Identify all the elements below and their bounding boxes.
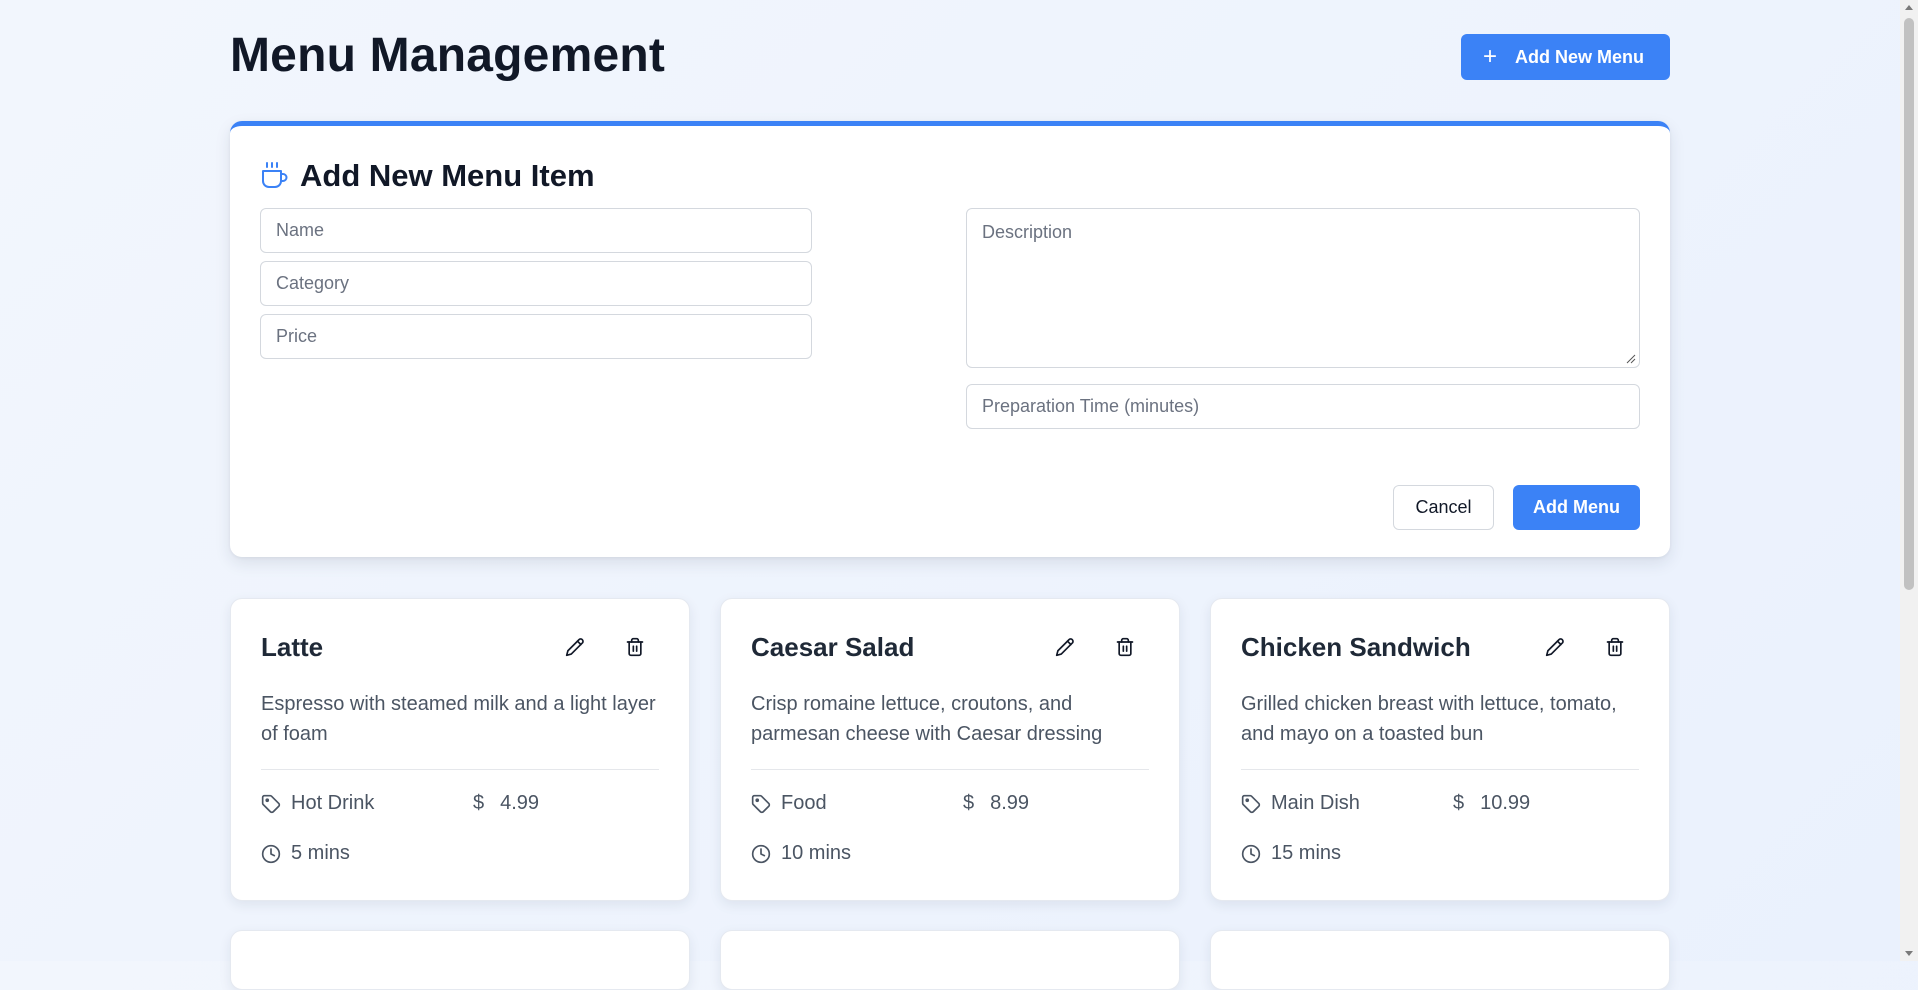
add-new-menu-button[interactable]: + Add New Menu [1461, 34, 1670, 80]
category-meta: Hot Drink [261, 792, 374, 815]
menu-card: Latte Espresso with steamed milk and a l… [230, 598, 690, 901]
category-meta: Main Dish [1241, 792, 1360, 815]
category-meta: Food [751, 792, 827, 815]
tag-icon [261, 794, 281, 813]
prep-time-input[interactable]: Preparation Time (minutes) [966, 384, 1640, 429]
divider [751, 769, 1149, 770]
divider [1241, 769, 1639, 770]
trash-icon [1606, 637, 1624, 657]
add-new-menu-label: Add New Menu [1515, 46, 1645, 67]
pencil-icon [1545, 638, 1564, 657]
trash-icon [626, 637, 644, 657]
form-header: Add New Menu Item [260, 158, 595, 194]
edit-button[interactable] [563, 635, 587, 659]
page: Menu Management + Add New Menu Add New M… [230, 0, 1670, 990]
clock-icon [261, 844, 281, 863]
menu-card-title: Chicken Sandwich [1241, 632, 1471, 662]
tag-icon [1241, 794, 1261, 813]
divider [261, 769, 659, 770]
menu-card-description: Grilled chicken breast with lettuce, tom… [1241, 693, 1617, 745]
prep-time-meta: 15 mins [1241, 842, 1341, 865]
menu-card-title: Latte [261, 632, 324, 662]
description-placeholder: Description [982, 222, 1073, 242]
add-menu-form-card: Add New Menu Item Name Category Price De… [230, 121, 1670, 557]
category-value: Hot Drink [291, 792, 375, 814]
trash-icon [1116, 637, 1134, 657]
scroll-down-arrow-icon[interactable] [1905, 951, 1913, 956]
category-value: Food [781, 792, 827, 814]
menu-card-title: Caesar Salad [751, 632, 915, 662]
dollar-icon: $ [1453, 792, 1465, 814]
coffee-cup-icon [262, 162, 288, 188]
scrollbar-thumb[interactable] [1904, 18, 1914, 590]
scroll-up-arrow-icon[interactable] [1905, 5, 1913, 10]
menu-card-description: Crisp romaine lettuce, croutons, and par… [751, 693, 1103, 745]
menu-card: Chicken Sandwich Grilled chicken breast … [1210, 598, 1670, 901]
prep-time-value: 5 mins [291, 842, 350, 864]
price-meta: $ 8.99 [963, 792, 1029, 815]
category-value: Main Dish [1271, 792, 1360, 814]
edit-button[interactable] [1543, 635, 1567, 659]
clock-icon [1241, 844, 1261, 863]
resize-grip-icon[interactable] [1626, 354, 1636, 364]
menu-card [720, 930, 1180, 990]
price-meta: $ 10.99 [1453, 792, 1530, 815]
delete-button[interactable] [1603, 635, 1627, 659]
vertical-scrollbar[interactable] [1900, 0, 1918, 961]
category-input[interactable]: Category [260, 261, 812, 306]
pencil-icon [565, 638, 584, 657]
menu-card [1210, 930, 1670, 990]
menu-card-description: Espresso with steamed milk and a light l… [261, 693, 656, 745]
prep-time-value: 15 mins [1271, 842, 1342, 864]
delete-button[interactable] [623, 635, 647, 659]
menu-card [230, 930, 690, 990]
price-value: 8.99 [990, 792, 1030, 814]
plus-icon: + [1483, 43, 1498, 70]
clock-icon [751, 844, 771, 863]
prep-time-value: 10 mins [781, 842, 852, 864]
prep-time-meta: 10 mins [751, 842, 851, 865]
pencil-icon [1055, 638, 1074, 657]
menu-card: Caesar Salad Crisp romaine lettuce, crou… [720, 598, 1180, 901]
page-title: Menu Management [230, 29, 666, 82]
dollar-icon: $ [473, 792, 485, 814]
price-input[interactable]: Price [260, 314, 812, 359]
edit-button[interactable] [1053, 635, 1077, 659]
add-menu-button[interactable]: Add Menu [1513, 485, 1640, 530]
price-value: 4.99 [500, 792, 540, 814]
price-meta: $ 4.99 [473, 792, 539, 815]
description-textarea[interactable]: Description [966, 208, 1640, 368]
delete-button[interactable] [1113, 635, 1137, 659]
prep-time-meta: 5 mins [261, 842, 350, 865]
form-title: Add New Menu Item [300, 158, 595, 193]
cancel-button[interactable]: Cancel [1393, 485, 1494, 530]
name-input[interactable]: Name [260, 208, 812, 253]
price-value: 10.99 [1480, 792, 1531, 814]
tag-icon [751, 794, 771, 813]
dollar-icon: $ [963, 792, 975, 814]
page-header: Menu Management + Add New Menu [230, 0, 1670, 112]
